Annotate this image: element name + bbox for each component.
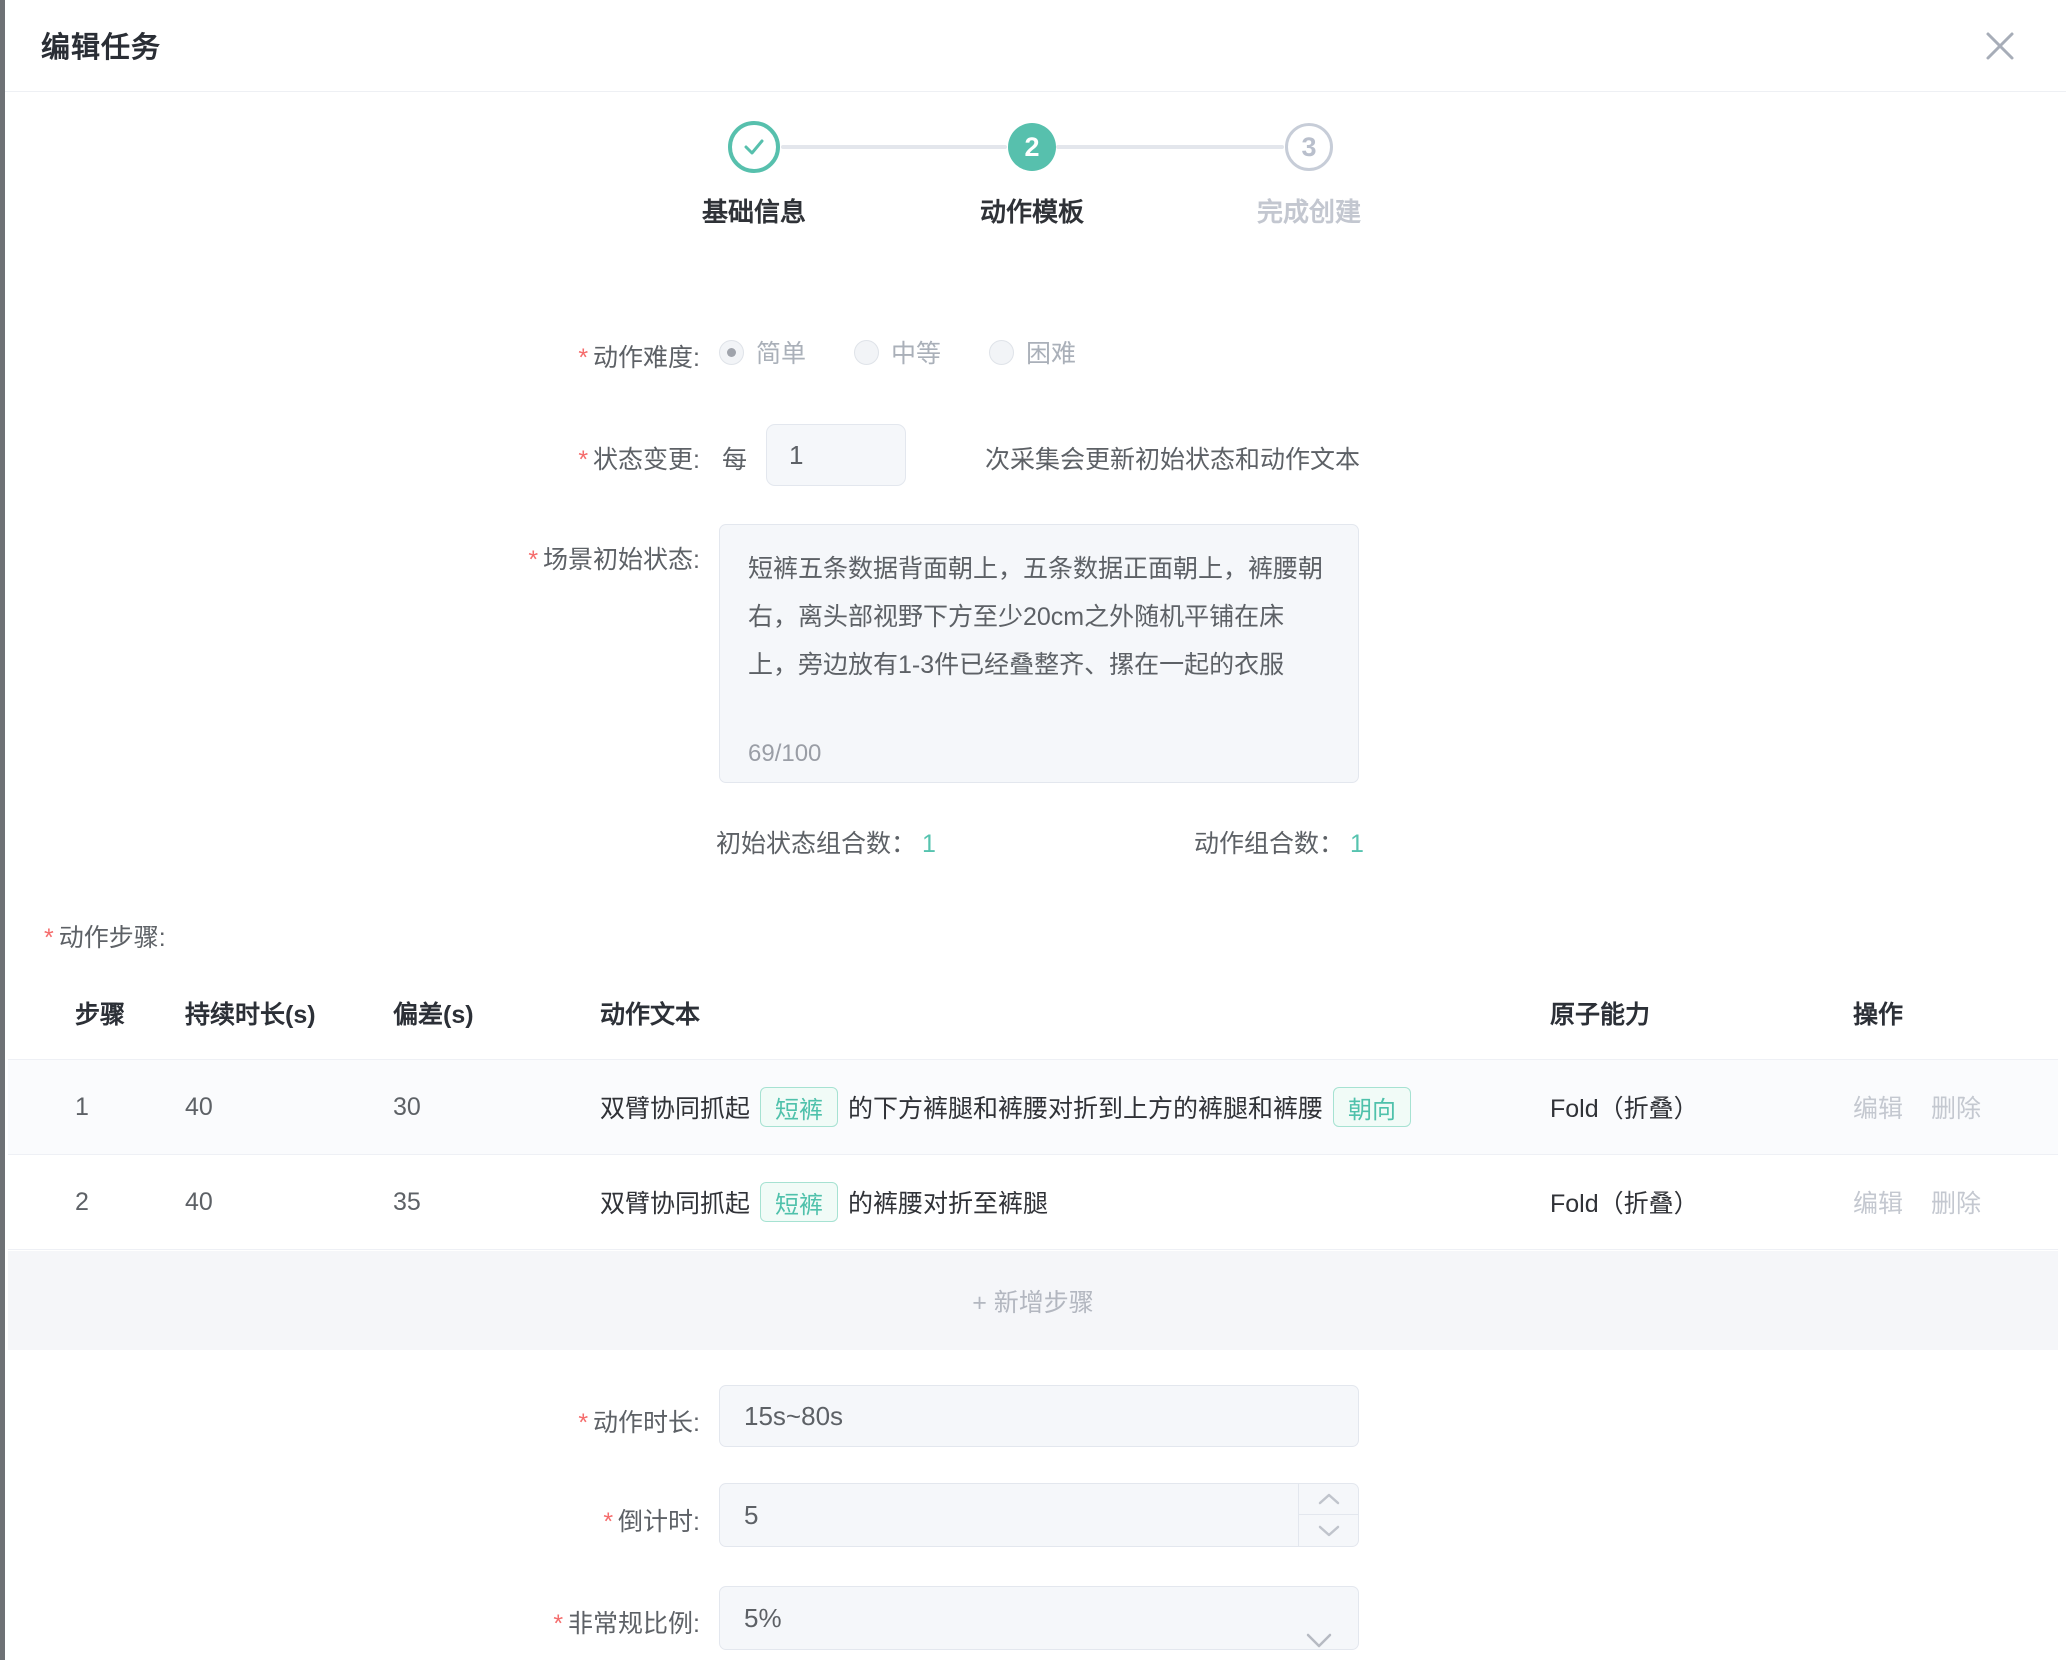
step-label-finish: 完成创建 — [1189, 192, 1429, 229]
decrease-button[interactable] — [1299, 1515, 1358, 1546]
required-mark: * — [578, 446, 588, 474]
required-mark: * — [44, 924, 54, 952]
scene-initial-state-label: *场景初始状态: — [0, 540, 700, 576]
initial-state-combo-count: 初始状态组合数：1 — [716, 824, 936, 860]
step-3-circle: 3 — [1285, 123, 1333, 171]
required-mark: * — [578, 344, 588, 372]
cell-deviation: 35 — [393, 1155, 421, 1249]
difficulty-label: *动作难度: — [0, 338, 700, 374]
char-counter: 69/100 — [748, 740, 821, 768]
select-chevron-down-icon — [1306, 1609, 1332, 1660]
delete-link[interactable]: 删除 — [1931, 1184, 1981, 1220]
cell-action-text: 双臂协同抓起 短裤 的裤腰对折至裤腿 — [600, 1155, 1048, 1249]
radio-option-medium[interactable]: 中等 — [854, 334, 941, 370]
countdown-value: 5 — [744, 1500, 758, 1530]
table-row: 2 40 35 双臂协同抓起 短裤 的裤腰对折至裤腿 Fold（折叠） 编辑 删… — [8, 1155, 2058, 1250]
edit-link[interactable]: 编辑 — [1853, 1089, 1903, 1125]
required-mark: * — [553, 1610, 563, 1638]
wizard-stepper: 2 3 基础信息 动作模板 完成创建 — [0, 0, 2066, 240]
object-tag: 短裤 — [760, 1087, 838, 1127]
step-label-basic-info: 基础信息 — [634, 192, 874, 229]
countdown-input[interactable]: 5 — [719, 1483, 1359, 1547]
cell-operations: 编辑 删除 — [1853, 1155, 2009, 1249]
unusual-ratio-value: 5% — [744, 1603, 782, 1633]
step-label-action-template: 动作模板 — [912, 192, 1152, 229]
delete-link[interactable]: 删除 — [1931, 1089, 1981, 1125]
difficulty-radio-group: 简单 中等 困难 — [719, 334, 1124, 370]
radio-label-hard: 困难 — [1026, 334, 1076, 370]
edit-task-dialog: 编辑任务 2 3 基础信息 动作模板 完成创建 *动作难度: 简单 — [0, 0, 2066, 1660]
add-step-label: + 新增步骤 — [972, 1283, 1094, 1319]
radio-icon-easy — [719, 340, 744, 365]
radio-icon-medium — [854, 340, 879, 365]
step-1-circle — [728, 121, 780, 173]
cell-atomic-ability: Fold（折叠） — [1550, 1155, 1699, 1249]
unusual-ratio-select[interactable]: 5% — [719, 1586, 1359, 1650]
col-header-atomic-ability: 原子能力 — [1550, 995, 1650, 1031]
step-2-circle: 2 — [1008, 123, 1056, 171]
col-header-action-text: 动作文本 — [600, 995, 700, 1031]
state-change-prefix: 每 — [722, 440, 747, 476]
state-change-input[interactable]: 1 — [766, 424, 906, 486]
cell-duration: 40 — [185, 1060, 213, 1154]
initial-state-combo-value: 1 — [922, 830, 936, 858]
radio-option-hard[interactable]: 困难 — [989, 334, 1076, 370]
unusual-ratio-label: *非常规比例: — [0, 1604, 700, 1640]
increase-button[interactable] — [1299, 1484, 1358, 1515]
scene-initial-state-textarea[interactable]: 短裤五条数据背面朝上，五条数据正面朝上，裤腰朝右，离头部视野下方至少20cm之外… — [719, 524, 1359, 783]
state-change-label: *状态变更: — [0, 440, 700, 476]
radio-label-easy: 简单 — [756, 334, 806, 370]
scene-initial-state-value: 短裤五条数据背面朝上，五条数据正面朝上，裤腰朝右，离头部视野下方至少20cm之外… — [748, 545, 1334, 689]
col-header-duration: 持续时长(s) — [185, 995, 316, 1031]
radio-label-medium: 中等 — [891, 334, 941, 370]
chevron-up-icon — [1318, 1493, 1340, 1505]
cell-step: 2 — [75, 1155, 89, 1249]
number-spinner — [1298, 1484, 1358, 1546]
action-combo-value: 1 — [1350, 830, 1364, 858]
cell-action-text: 双臂协同抓起 短裤 的下方裤腿和裤腰对折到上方的裤腿和裤腰 朝向 — [600, 1060, 1421, 1154]
required-mark: * — [603, 1508, 613, 1536]
cell-operations: 编辑 删除 — [1853, 1060, 2009, 1154]
action-duration-label: *动作时长: — [0, 1403, 700, 1439]
state-change-suffix: 次采集会更新初始状态和动作文本 — [985, 440, 1360, 476]
table-row: 1 40 30 双臂协同抓起 短裤 的下方裤腿和裤腰对折到上方的裤腿和裤腰 朝向… — [8, 1060, 2058, 1155]
countdown-label: *倒计时: — [0, 1502, 700, 1538]
steps-table-header: 步骤 持续时长(s) 偏差(s) 动作文本 原子能力 操作 — [8, 985, 2058, 1060]
add-step-button[interactable]: + 新增步骤 — [8, 1251, 2058, 1350]
chevron-down-icon — [1318, 1525, 1340, 1537]
required-mark: * — [528, 546, 538, 574]
cell-deviation: 30 — [393, 1060, 421, 1154]
orientation-tag: 朝向 — [1333, 1087, 1411, 1127]
radio-icon-hard — [989, 340, 1014, 365]
object-tag: 短裤 — [760, 1182, 838, 1222]
edit-link[interactable]: 编辑 — [1853, 1184, 1903, 1220]
required-mark: * — [578, 1409, 588, 1437]
cell-duration: 40 — [185, 1155, 213, 1249]
col-header-deviation: 偏差(s) — [393, 995, 474, 1031]
col-header-step: 步骤 — [75, 995, 125, 1031]
step-connector — [781, 145, 1007, 149]
cell-step: 1 — [75, 1060, 89, 1154]
col-header-operations: 操作 — [1853, 995, 1903, 1031]
step-connector — [1056, 145, 1284, 149]
radio-option-easy[interactable]: 简单 — [719, 334, 806, 370]
check-icon — [741, 134, 767, 160]
cell-atomic-ability: Fold（折叠） — [1550, 1060, 1699, 1154]
action-duration-input[interactable]: 15s~80s — [719, 1385, 1359, 1447]
action-combo-count: 动作组合数：1 — [1194, 824, 1364, 860]
action-steps-label: *动作步骤: — [44, 918, 166, 954]
